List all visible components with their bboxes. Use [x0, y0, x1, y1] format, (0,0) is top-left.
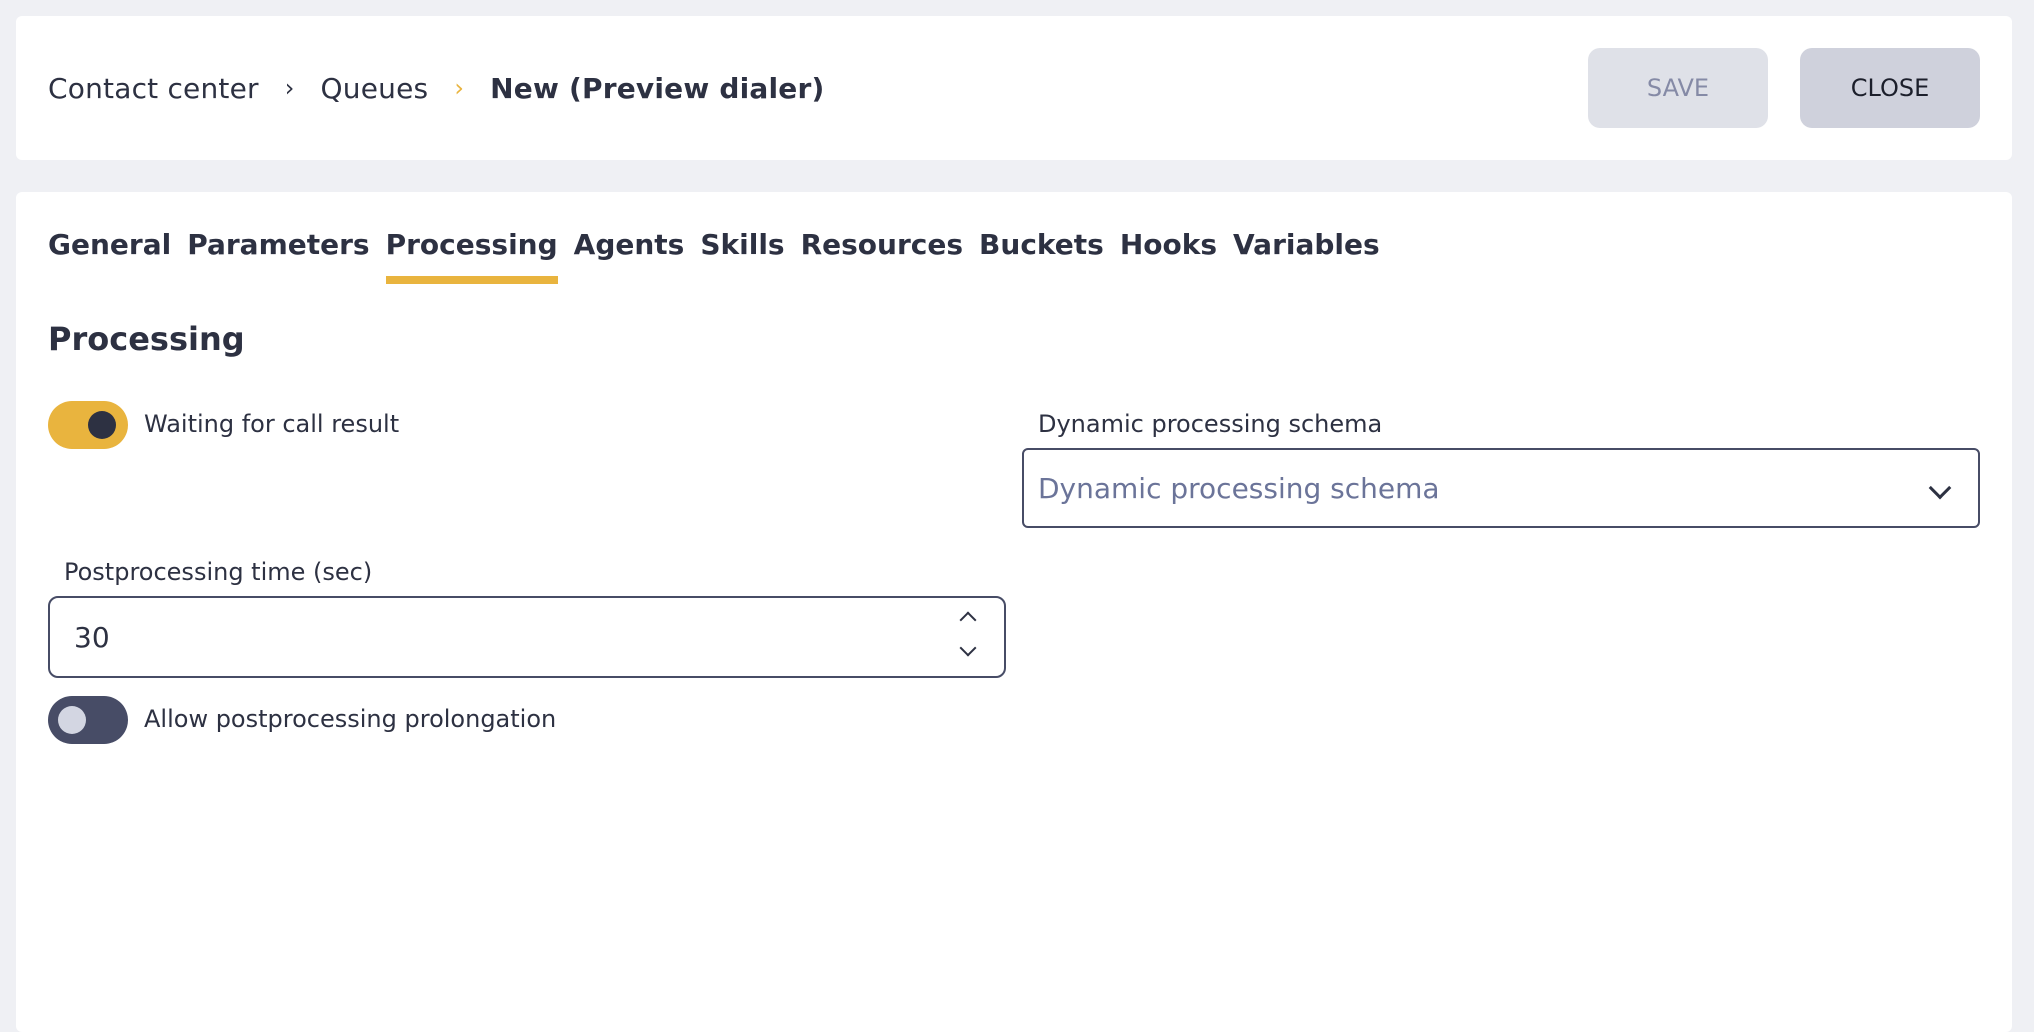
- waiting-for-call-result-toggle[interactable]: [48, 401, 128, 449]
- tab-variables[interactable]: Variables: [1233, 228, 1380, 284]
- close-button[interactable]: CLOSE: [1800, 48, 1980, 128]
- allow-prolongation-label: Allow postprocessing prolongation: [144, 705, 557, 733]
- chevron-up-icon[interactable]: [959, 611, 977, 629]
- save-button[interactable]: SAVE: [1588, 48, 1768, 128]
- dynamic-schema-select[interactable]: Dynamic processing schema: [1022, 448, 1980, 528]
- tab-processing[interactable]: Processing: [385, 228, 558, 284]
- quantity-stepper[interactable]: [954, 606, 984, 668]
- tab-hooks[interactable]: Hooks: [1120, 228, 1217, 284]
- tab-agents[interactable]: Agents: [574, 228, 685, 284]
- dynamic-schema-placeholder: Dynamic processing schema: [1038, 471, 1440, 505]
- breadcrumb-contact-center[interactable]: Contact center: [48, 72, 259, 105]
- chevron-down-icon[interactable]: [959, 639, 977, 657]
- chevron-down-icon[interactable]: [1928, 476, 1952, 500]
- breadcrumb-chevron-icon: ›: [284, 74, 295, 102]
- toggle-knob: [58, 706, 86, 734]
- waiting-for-call-result-label: Waiting for call result: [144, 410, 400, 438]
- postprocessing-time-label: Postprocessing time (sec): [64, 558, 373, 586]
- tab-resources[interactable]: Resources: [801, 228, 963, 284]
- dynamic-schema-label: Dynamic processing schema: [1038, 410, 1383, 438]
- tab-bar: General Parameters Processing Agents Ski…: [48, 228, 1396, 284]
- toggle-knob: [88, 411, 116, 439]
- tab-general[interactable]: General: [48, 228, 171, 284]
- main-card: General Parameters Processing Agents Ski…: [16, 192, 2012, 1032]
- breadcrumb-queues[interactable]: Queues: [321, 72, 429, 105]
- header-card: Contact center › Queues › New (Preview d…: [16, 16, 2012, 160]
- tab-buckets[interactable]: Buckets: [979, 228, 1104, 284]
- tab-skills[interactable]: Skills: [700, 228, 784, 284]
- tab-parameters[interactable]: Parameters: [187, 228, 369, 284]
- postprocessing-time-input[interactable]: 30: [48, 596, 1006, 678]
- allow-prolongation-toggle[interactable]: [48, 696, 128, 744]
- breadcrumb-chevron-icon: ›: [454, 74, 465, 102]
- postprocessing-time-value[interactable]: 30: [74, 598, 110, 676]
- breadcrumb-current: New (Preview dialer): [490, 71, 825, 105]
- section-title: Processing: [48, 320, 245, 358]
- breadcrumb: Contact center › Queues › New (Preview d…: [48, 16, 824, 160]
